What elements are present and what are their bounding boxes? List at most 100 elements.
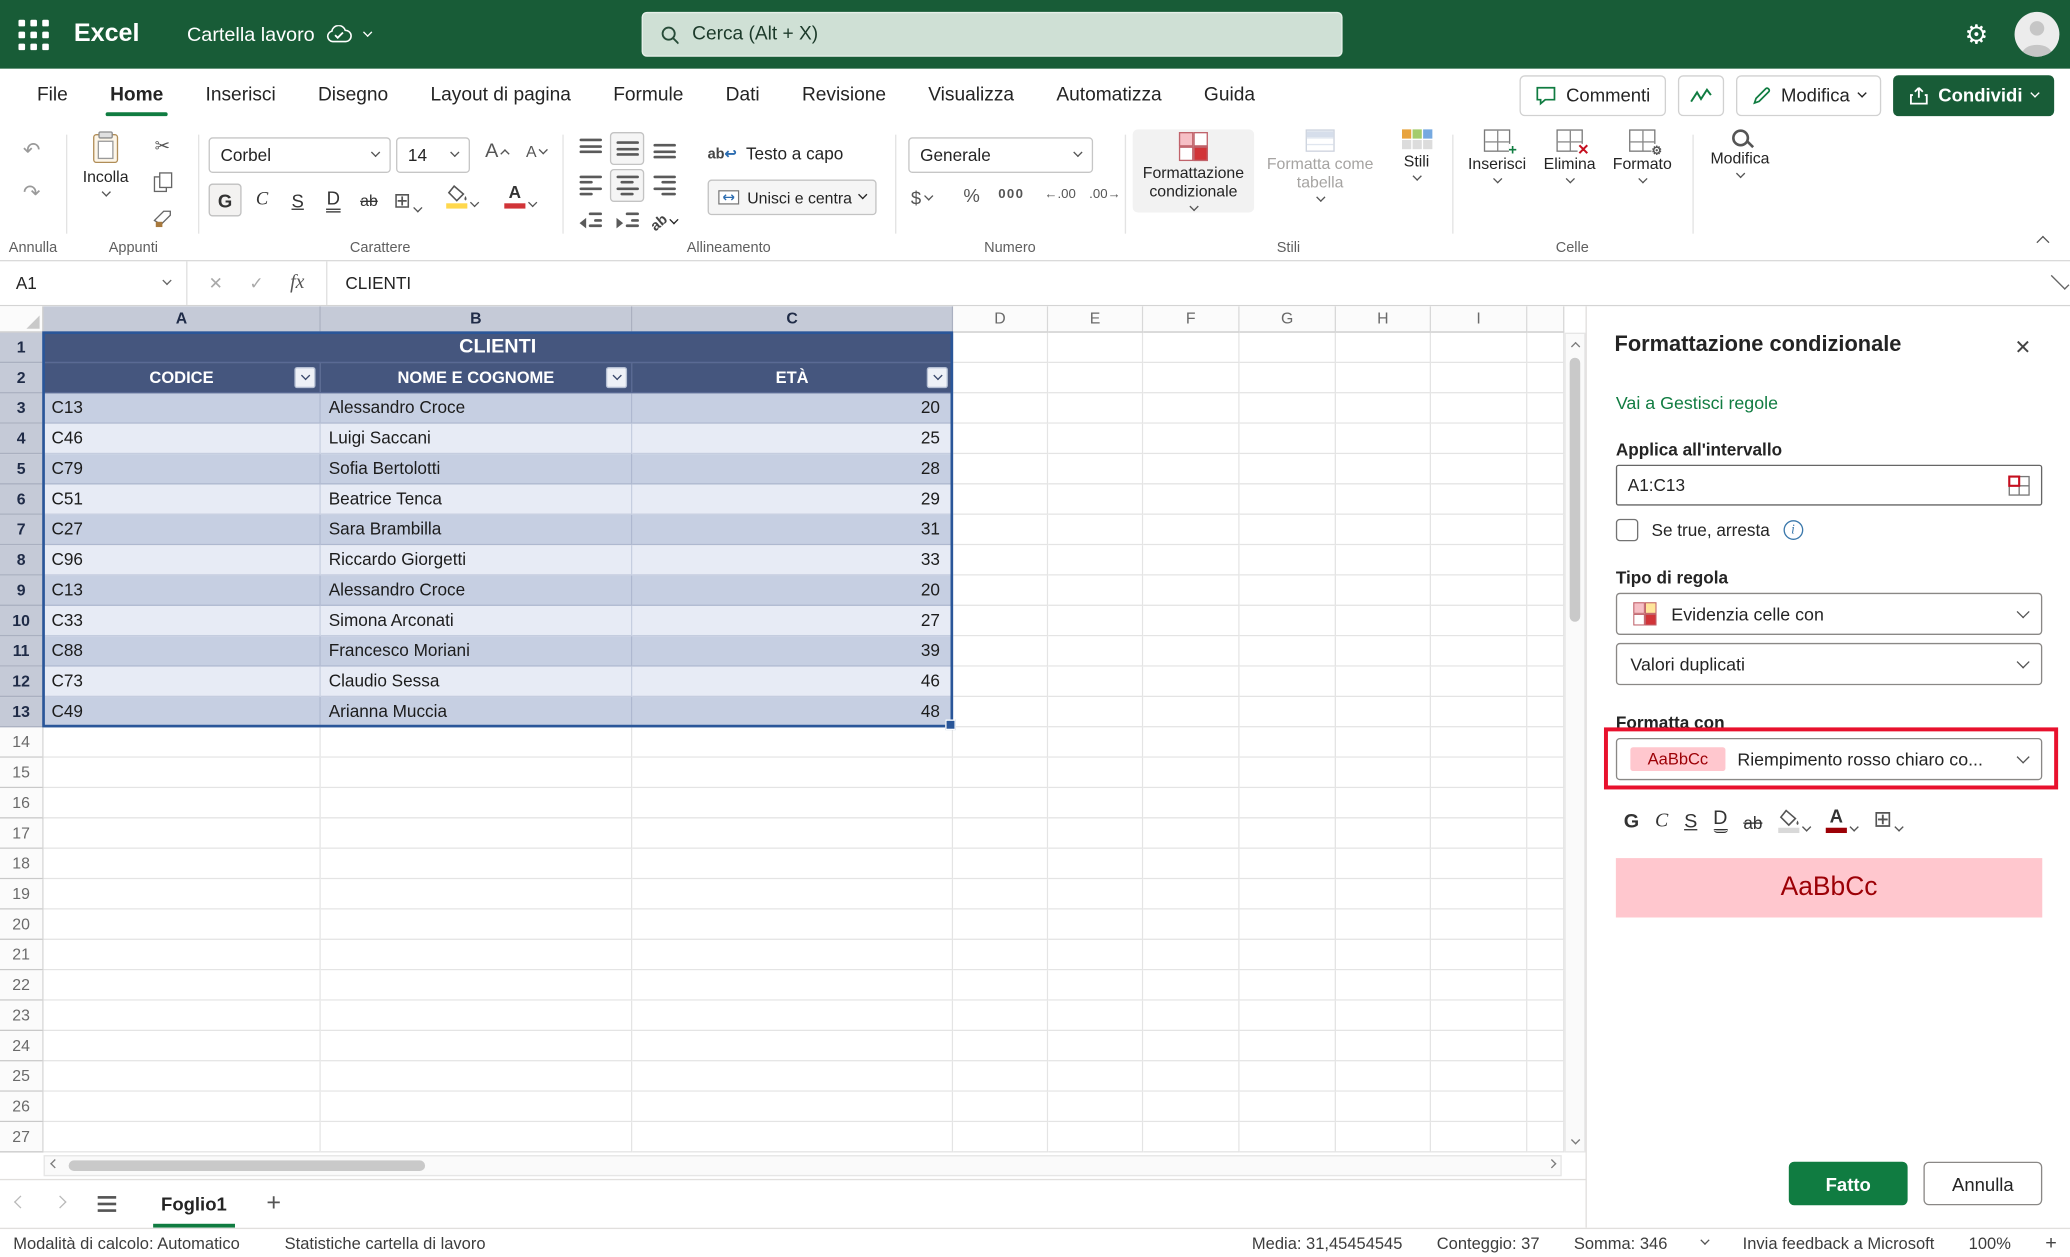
cell-F21[interactable]: [1143, 940, 1239, 970]
cell-B9[interactable]: Alessandro Croce: [321, 576, 633, 606]
column-header-A[interactable]: A: [44, 306, 321, 332]
cell-E7[interactable]: [1048, 515, 1143, 545]
cell-H24[interactable]: [1336, 1031, 1431, 1061]
settings-gear-icon[interactable]: ⚙: [1964, 18, 1988, 51]
format-as-table-button[interactable]: Formatta come tabella: [1259, 129, 1380, 202]
cell-H13[interactable]: [1336, 697, 1431, 727]
redo-button[interactable]: ↷: [13, 180, 50, 206]
cell-A17[interactable]: [44, 818, 321, 848]
cell-G1[interactable]: [1240, 333, 1336, 363]
cell-G13[interactable]: [1240, 697, 1336, 727]
rule-value-dropdown[interactable]: Valori duplicati: [1616, 643, 2042, 685]
cell-B22[interactable]: [321, 970, 633, 1000]
row-header-10[interactable]: 10: [0, 606, 44, 636]
tab-formule[interactable]: Formule: [592, 69, 704, 122]
strikethrough-button[interactable]: ab: [352, 184, 385, 217]
cell-C26[interactable]: [632, 1092, 953, 1122]
cell-D6[interactable]: [953, 484, 1048, 514]
cut-button[interactable]: ✂: [148, 135, 177, 157]
cell-A2[interactable]: CODICE: [44, 363, 321, 393]
cell-F18[interactable]: [1143, 849, 1239, 879]
cell-F6[interactable]: [1143, 484, 1239, 514]
cell-A16[interactable]: [44, 788, 321, 818]
tab-revisione[interactable]: Revisione: [781, 69, 907, 122]
format-style-dropdown[interactable]: AaBbCc Riempimento rosso chiaro co...: [1616, 738, 2042, 780]
cell-E1[interactable]: [1048, 333, 1143, 363]
cell-F24[interactable]: [1143, 1031, 1239, 1061]
cell-I16[interactable]: [1431, 788, 1527, 818]
cell-I7[interactable]: [1431, 515, 1527, 545]
cell-C14[interactable]: [632, 727, 953, 757]
horizontal-scrollbar[interactable]: [44, 1155, 1562, 1176]
cell-B21[interactable]: [321, 940, 633, 970]
tab-home[interactable]: Home: [89, 69, 184, 122]
tab-automatizza[interactable]: Automatizza: [1035, 69, 1183, 122]
cell-I2[interactable]: [1431, 363, 1527, 393]
align-top-button[interactable]: [573, 132, 607, 165]
cell-G15[interactable]: [1240, 758, 1336, 788]
cell-I26[interactable]: [1431, 1092, 1527, 1122]
align-bottom-button[interactable]: [647, 132, 681, 165]
cell-B12[interactable]: Claudio Sessa: [321, 667, 633, 697]
cell-C25[interactable]: [632, 1061, 953, 1091]
cell-B3[interactable]: Alessandro Croce: [321, 393, 633, 423]
cell-A6[interactable]: C51: [44, 484, 321, 514]
cell-F4[interactable]: [1143, 424, 1239, 454]
decrease-decimal-button[interactable]: .00→: [1085, 187, 1125, 202]
cell-A10[interactable]: C33: [44, 606, 321, 636]
cell-H18[interactable]: [1336, 849, 1431, 879]
decrease-indent-button[interactable]: [573, 206, 607, 239]
cell-B16[interactable]: [321, 788, 633, 818]
cell-H12[interactable]: [1336, 667, 1431, 697]
feedback-link[interactable]: Invia feedback a Microsoft: [1743, 1234, 1935, 1252]
cell-I22[interactable]: [1431, 970, 1527, 1000]
cell-H23[interactable]: [1336, 1001, 1431, 1031]
cell-F20[interactable]: [1143, 910, 1239, 940]
cell-B14[interactable]: [321, 727, 633, 757]
cell-A13[interactable]: C49: [44, 697, 321, 727]
cell-D3[interactable]: [953, 393, 1048, 423]
cell-I5[interactable]: [1431, 454, 1527, 484]
cell-I10[interactable]: [1431, 606, 1527, 636]
column-header-I[interactable]: I: [1431, 306, 1527, 332]
thousands-format-button[interactable]: 000: [993, 187, 1030, 202]
calc-mode-status[interactable]: Modalità di calcolo: Automatico: [13, 1234, 240, 1252]
cell-D9[interactable]: [953, 576, 1048, 606]
cell-A11[interactable]: C88: [44, 636, 321, 666]
cell-D24[interactable]: [953, 1031, 1048, 1061]
cell-H7[interactable]: [1336, 515, 1431, 545]
search-input[interactable]: [692, 24, 1324, 45]
align-right-button[interactable]: [647, 169, 681, 202]
cell-A8[interactable]: C96: [44, 545, 321, 575]
cell-E3[interactable]: [1048, 393, 1143, 423]
cell-I6[interactable]: [1431, 484, 1527, 514]
row-header-22[interactable]: 22: [0, 970, 44, 1000]
share-button[interactable]: Condividi: [1893, 75, 2054, 116]
cell-I27[interactable]: [1431, 1122, 1527, 1152]
cell-E13[interactable]: [1048, 697, 1143, 727]
cell-H19[interactable]: [1336, 879, 1431, 909]
cell-G4[interactable]: [1240, 424, 1336, 454]
cell-F25[interactable]: [1143, 1061, 1239, 1091]
cell-F5[interactable]: [1143, 454, 1239, 484]
cell-C27[interactable]: [632, 1122, 953, 1152]
cell-A26[interactable]: [44, 1092, 321, 1122]
cell-I19[interactable]: [1431, 879, 1527, 909]
row-header-5[interactable]: 5: [0, 454, 44, 484]
cell-H22[interactable]: [1336, 970, 1431, 1000]
cell-D7[interactable]: [953, 515, 1048, 545]
cell-H5[interactable]: [1336, 454, 1431, 484]
cell-F19[interactable]: [1143, 879, 1239, 909]
cell-C9[interactable]: 20: [632, 576, 953, 606]
tab-visualizza[interactable]: Visualizza: [907, 69, 1035, 122]
cell-D1[interactable]: [953, 333, 1048, 363]
row-header-27[interactable]: 27: [0, 1122, 44, 1152]
cell-F2[interactable]: [1143, 363, 1239, 393]
cell-A3[interactable]: C13: [44, 393, 321, 423]
row-header-8[interactable]: 8: [0, 545, 44, 575]
cell-D8[interactable]: [953, 545, 1048, 575]
row-header-17[interactable]: 17: [0, 818, 44, 848]
cell-E4[interactable]: [1048, 424, 1143, 454]
cell-D21[interactable]: [953, 940, 1048, 970]
cell-A23[interactable]: [44, 1001, 321, 1031]
